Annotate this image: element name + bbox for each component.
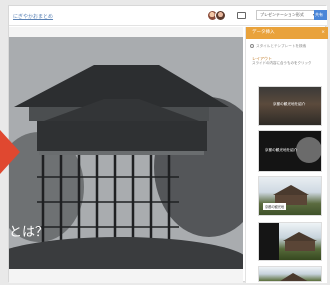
search-placeholder: スタイルとテンプレートを検索 [256,44,307,48]
thumbnail-caption: 京都の観光地を紹介 [265,148,298,152]
top-toolbar: にぎやかおまとめ プレゼンテーション形式 ▾ 共有 [9,6,327,26]
thumbnail-caption: 京都の観光地 [263,203,287,210]
template-panel: データ挿入 × スタイルとテンプレートを検索 レイアウト スライドの内容に合うも… [245,27,328,283]
close-icon[interactable]: × [321,27,325,39]
document-title[interactable]: にぎやかおまとめ [13,13,53,20]
temple-mini [259,223,317,260]
temple-mini [280,273,308,281]
slide-title[interactable]: とは？ [9,221,48,240]
avatar[interactable] [215,10,226,21]
layout-thumbnail[interactable] [258,222,322,261]
panel-title: データ挿入 [252,30,275,35]
comment-icon[interactable] [237,12,246,19]
layout-thumbnail[interactable]: 京都の観光地を紹介 [258,130,322,172]
presentation-mode-label: プレゼンテーション形式 [260,12,304,17]
app-window: にぎやかおまとめ プレゼンテーション形式 ▾ 共有 ︿ [8,5,328,283]
share-button[interactable]: 共有 [314,10,327,20]
thumbnail-caption: 京都の観光地を紹介 [273,102,306,106]
collaborator-avatars [207,10,229,22]
layout-thumbnail[interactable]: 京都の観光地 [258,176,322,216]
panel-header: データ挿入 × [246,27,328,39]
template-search-input[interactable]: スタイルとテンプレートを検索 [250,42,324,51]
temple-mini [273,185,309,205]
layout-description: スライドの内容に合うものをクリック [252,61,312,65]
accent-arrow [0,130,20,174]
search-icon [250,44,254,48]
layout-thumbnail[interactable]: 京都の観光地を紹介 [258,86,322,126]
layout-thumbnail[interactable] [258,266,322,282]
slide-editor: ︿ [9,27,243,283]
current-slide[interactable]: とは？ [9,37,243,269]
presentation-mode-select[interactable]: プレゼンテーション形式 ▾ [256,10,318,20]
